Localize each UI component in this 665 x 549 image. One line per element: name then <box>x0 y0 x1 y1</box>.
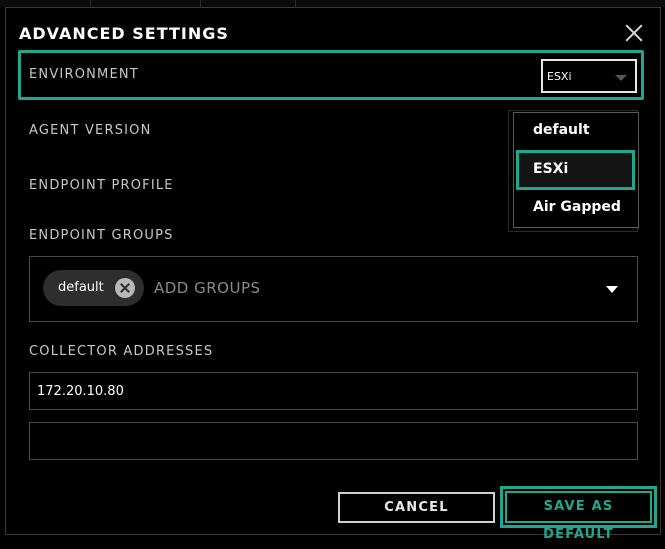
dropdown-option-air-gapped[interactable]: Air Gapped <box>533 199 621 215</box>
dropdown-option-default[interactable]: default <box>533 122 590 138</box>
dropdown-option-esxi[interactable]: ESXi <box>533 161 568 177</box>
collector-addresses-label: COLLECTOR ADDRESSES <box>29 344 214 359</box>
group-chip-label: default <box>58 280 104 295</box>
top-strip-segment <box>200 0 296 7</box>
window-top-strip <box>0 0 665 7</box>
endpoint-groups-label: ENDPOINT GROUPS <box>29 228 174 243</box>
agent-version-label: AGENT VERSION <box>29 123 152 138</box>
remove-chip-icon[interactable] <box>115 278 135 298</box>
cancel-button[interactable]: CANCEL <box>338 492 495 523</box>
top-strip-segment <box>90 0 201 7</box>
collector-address-input-1[interactable] <box>29 372 638 410</box>
save-as-default-button[interactable]: SAVE AS DEFAULT <box>505 491 652 542</box>
add-groups-placeholder[interactable]: ADD GROUPS <box>154 279 261 297</box>
collector-address-input-2[interactable] <box>29 422 638 460</box>
top-strip-segment <box>0 0 91 7</box>
endpoint-profile-label: ENDPOINT PROFILE <box>29 178 174 193</box>
dialog-title: ADVANCED SETTINGS <box>19 24 229 43</box>
close-icon[interactable] <box>623 22 645 44</box>
environment-label: ENVIRONMENT <box>29 67 139 82</box>
group-chip: default <box>43 270 144 306</box>
environment-selected-value: ESXi <box>547 70 572 83</box>
chevron-down-icon <box>615 75 627 81</box>
groups-dropdown-icon[interactable] <box>606 286 618 293</box>
environment-select[interactable]: ESXi <box>541 59 637 93</box>
